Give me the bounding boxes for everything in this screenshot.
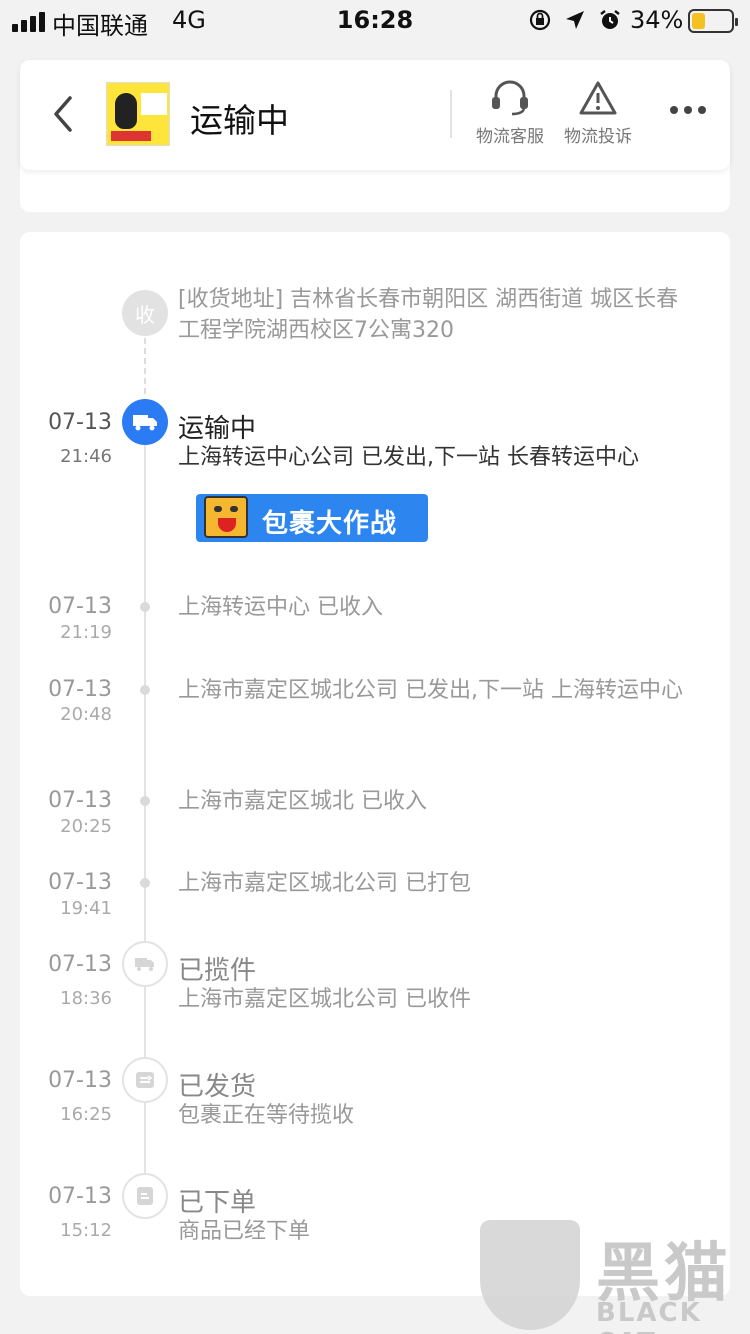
product-thumbnail[interactable]	[106, 82, 170, 146]
timeline-dot	[140, 602, 150, 612]
event-date: 07-13	[48, 1068, 112, 1093]
more-options-button[interactable]	[670, 106, 706, 114]
event-time: 19:41	[60, 898, 112, 919]
complaint-label: 物流投诉	[564, 127, 632, 147]
status-bar: 中国联通 4G 16:28 34%	[0, 0, 750, 42]
complaint-button[interactable]: 物流投诉	[556, 80, 640, 147]
event-date: 07-13	[48, 870, 112, 895]
timeline-dot	[140, 796, 150, 806]
alarm-icon	[600, 10, 620, 29]
battery-icon	[688, 9, 738, 33]
truck-node	[122, 399, 168, 445]
page-title: 运输中	[190, 101, 289, 140]
event-description: 上海市嘉定区城北公司 已发出,下一站 上海转运中心	[178, 678, 683, 703]
event-date: 07-13	[48, 788, 112, 813]
pickup-node	[122, 941, 168, 987]
event-time: 20:48	[60, 704, 112, 725]
event-time: 20:25	[60, 816, 112, 837]
shipped-node	[122, 1057, 168, 1103]
timeline-dot	[140, 685, 150, 695]
logistics-timeline: 收 [收货地址] 吉林省长春市朝阳区 湖西街道 城区长春工程学院湖西校区7公寓3…	[20, 232, 730, 1296]
event-date: 07-13	[48, 410, 112, 435]
event-date: 07-13	[48, 677, 112, 702]
top-bar: 运输中 物流客服 物流投诉	[20, 60, 730, 170]
event-date: 07-13	[48, 952, 112, 977]
timeline-dashed-connector	[144, 338, 146, 394]
truck-icon	[135, 958, 154, 971]
event-description: 上海转运中心 已收入	[178, 595, 383, 620]
divider	[450, 90, 452, 138]
event-time: 18:36	[60, 988, 112, 1009]
customer-service-button[interactable]: 物流客服	[468, 80, 552, 147]
event-title: 运输中	[178, 414, 257, 444]
event-time: 21:19	[60, 622, 112, 643]
cat-shield-icon	[480, 1220, 580, 1330]
event-description: 上海市嘉定区城北 已收入	[178, 789, 427, 814]
event-date: 07-13	[48, 594, 112, 619]
delivery-address: [收货地址] 吉林省长春市朝阳区 湖西街道 城区长春工程学院湖西校区7公寓320	[178, 287, 679, 343]
customer-service-label: 物流客服	[476, 127, 544, 147]
event-title: 已下单	[178, 1188, 257, 1218]
event-description: 上海市嘉定区城北公司 已收件	[178, 987, 471, 1012]
event-description: 上海市嘉定区城北公司 已打包	[178, 871, 471, 896]
event-description: 包裹正在等待揽收	[178, 1103, 355, 1128]
rotation-lock-icon	[529, 9, 551, 31]
event-description: 上海转运中心公司 已发出,下一站 长春转运中心	[178, 445, 639, 470]
banner-label: 包裹大作战	[262, 509, 398, 539]
chevron-left-icon	[54, 96, 72, 132]
event-date: 07-13	[48, 1184, 112, 1209]
event-title: 已发货	[178, 1072, 257, 1102]
watermark-subtext: BLACK CAT	[596, 1298, 702, 1334]
watermark-logo: 黑猫 BLACK CAT	[476, 1218, 750, 1334]
event-time: 21:46	[60, 446, 112, 467]
battery-percent: 34%	[630, 6, 684, 34]
back-button[interactable]	[48, 92, 78, 136]
address-node: 收	[122, 290, 168, 336]
ordered-node	[122, 1173, 168, 1219]
event-time: 15:12	[60, 1220, 112, 1241]
location-arrow-icon	[566, 11, 584, 29]
mascot-icon	[204, 496, 248, 538]
parcel-battle-banner[interactable]: 包裹大作战	[196, 494, 428, 542]
event-time: 16:25	[60, 1104, 112, 1125]
timeline-dot	[140, 878, 150, 888]
event-title: 已揽件	[178, 956, 257, 986]
shipment-icon	[136, 1072, 154, 1088]
warning-icon	[579, 81, 617, 115]
more-icon	[670, 106, 678, 114]
headset-icon	[492, 80, 528, 116]
truck-icon	[133, 415, 157, 431]
document-icon	[137, 1187, 153, 1205]
